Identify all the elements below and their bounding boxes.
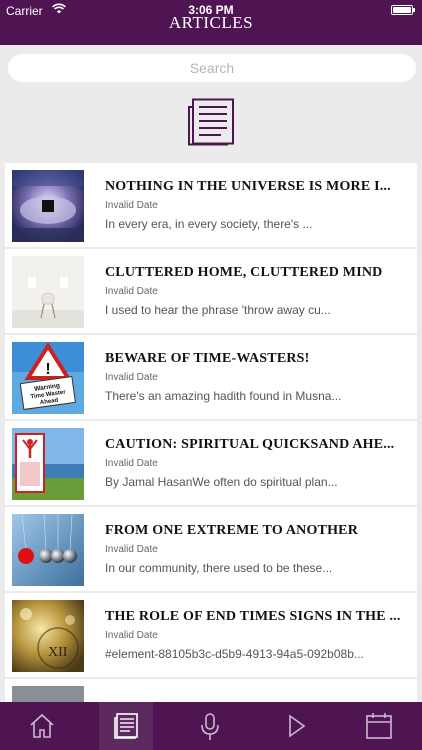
article-title: NOTHING IN THE UNIVERSE IS MORE I... xyxy=(105,179,391,194)
article-title: BEWARE OF TIME-WASTERS! xyxy=(105,351,310,366)
warning-sign-image: ! Warning Time Waster Ahead xyxy=(12,342,84,414)
microphone-icon xyxy=(201,713,219,740)
kaaba-crowd-image xyxy=(12,170,84,242)
article-row[interactable]: FROM ONE EXTREME TO ANOTHER Invalid Date… xyxy=(5,507,417,591)
article-date: Invalid Date xyxy=(105,286,158,297)
svg-text:XII: XII xyxy=(48,645,68,660)
article-excerpt: By Jamal HasanWe often do spiritual plan… xyxy=(105,475,338,489)
tab-articles[interactable] xyxy=(99,702,153,750)
tab-bar xyxy=(0,702,422,750)
article-excerpt: There's an amazing hadith found in Musna… xyxy=(105,389,342,403)
article-row[interactable]: XII THE ROLE OF END TIMES SIGNS IN THE .… xyxy=(5,593,417,677)
home-icon xyxy=(30,713,54,738)
article-date: Invalid Date xyxy=(105,544,158,555)
article-row[interactable]: CLUTTERED HOME, CLUTTERED MIND Invalid D… xyxy=(5,249,417,333)
article-title: FROM ONE EXTREME TO ANOTHER xyxy=(105,523,359,538)
newtons-cradle-image xyxy=(12,514,84,586)
tab-audio[interactable] xyxy=(196,712,226,742)
article-date: Invalid Date xyxy=(105,372,158,383)
tab-calendar[interactable] xyxy=(364,712,394,742)
article-excerpt: In our community, there used to be these… xyxy=(105,561,333,575)
svg-text:!: ! xyxy=(45,361,50,378)
app-header: Carrier 3:06 PM ARTICLES xyxy=(0,0,422,45)
article-title: THE ROLE OF END TIMES SIGNS IN THE ... xyxy=(105,609,401,624)
article-date: Invalid Date xyxy=(105,200,158,211)
quicksand-sign-image xyxy=(12,428,84,500)
articles-document-icon xyxy=(188,98,234,146)
article-excerpt: #element-88105b3c-d5b9-4913-94a5-092b08b… xyxy=(105,647,364,661)
minimal-room-chair-image xyxy=(12,256,84,328)
calendar-icon xyxy=(366,713,392,739)
article-list: NOTHING IN THE UNIVERSE IS MORE I... Inv… xyxy=(5,163,417,750)
article-date: Invalid Date xyxy=(105,630,158,641)
article-row[interactable]: ! Warning Time Waster Ahead BEWARE OF TI… xyxy=(5,335,417,419)
search-bar[interactable] xyxy=(8,54,416,82)
article-date: Invalid Date xyxy=(105,458,158,469)
tab-video[interactable] xyxy=(282,712,312,742)
article-excerpt: I used to hear the phrase 'throw away cu… xyxy=(105,303,331,317)
article-excerpt: In every era, in every society, there's … xyxy=(105,217,313,231)
article-title: CAUTION: SPIRITUAL QUICKSAND AHE... xyxy=(105,437,395,452)
article-title: CLUTTERED HOME, CLUTTERED MIND xyxy=(105,265,383,280)
tab-home[interactable] xyxy=(28,712,58,742)
search-input[interactable] xyxy=(8,54,416,82)
article-row[interactable]: NOTHING IN THE UNIVERSE IS MORE I... Inv… xyxy=(5,163,417,247)
play-icon xyxy=(289,714,306,738)
golden-clock-image: XII xyxy=(12,600,84,672)
page-title: ARTICLES xyxy=(168,13,254,32)
articles-icon xyxy=(114,713,138,739)
article-row[interactable]: CAUTION: SPIRITUAL QUICKSAND AHE... Inva… xyxy=(5,421,417,505)
